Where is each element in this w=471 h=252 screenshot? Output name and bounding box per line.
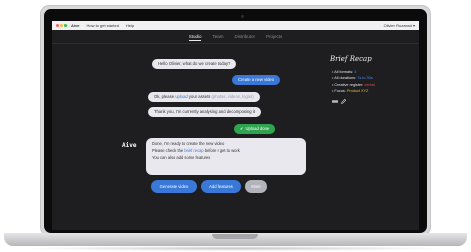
analysing-message: Thank you, I'm currently analysing and d…: [148, 107, 261, 117]
menu-app-name[interactable]: Aive: [71, 23, 79, 28]
brief-value: 3: [354, 70, 357, 74]
tab-distributor[interactable]: Distributor: [235, 34, 256, 41]
brief-item-durations: • All durations: 7s to 30s: [332, 76, 373, 81]
main-tabs: Studio Team Distributor Projects: [52, 34, 419, 41]
upload-request-message: Ok, please upload your assets (photos, v…: [148, 92, 260, 102]
upload-done-badge: ✔ Upload done: [234, 124, 276, 134]
tab-team[interactable]: Team: [212, 34, 223, 41]
features-line: You can also add some features: [152, 154, 211, 160]
menu-item-getting-started[interactable]: How to get started: [86, 23, 118, 28]
check-brief-suffix: before I get to work: [203, 147, 240, 153]
app-screen: Aive How to get started Help Olivier Ruz…: [52, 21, 419, 230]
assistant-ready-message: Done, I'm ready to create the new video …: [146, 138, 306, 175]
minimize-window-icon[interactable]: [60, 24, 63, 27]
tabs-divider: [52, 43, 419, 44]
laptop-notch: [212, 234, 258, 239]
link-icon[interactable]: [332, 99, 338, 104]
camera-icon: [241, 15, 244, 18]
greeting-message: Hello Olivier, what do we create today?: [152, 59, 237, 69]
ready-line: Done, I'm ready to create the new video: [152, 141, 225, 146]
check-brief-line: Please check the brief recap before I ge…: [152, 148, 300, 155]
brief-item-focus: • Focus: Product XYZ: [332, 89, 369, 94]
brief-label: All durations:: [334, 76, 358, 81]
upload-link[interactable]: upload: [175, 94, 188, 99]
brief-label: Creative register:: [334, 82, 365, 87]
laptop-shadow: [22, 246, 449, 251]
tab-studio[interactable]: Studio: [188, 34, 202, 41]
brief-recap-link[interactable]: brief recap: [184, 148, 203, 153]
brief-recap-list: • All formats: 3 • All durations: 7s to …: [332, 69, 375, 95]
menu-bar: Aive How to get started Help Olivier Ruz…: [52, 21, 419, 30]
upload-request-suffix: your assets: [187, 94, 211, 99]
create-video-button[interactable]: Create a new video: [232, 75, 281, 85]
checkmark-icon: ✔: [240, 126, 244, 131]
brief-actions: [332, 99, 346, 104]
user-menu[interactable]: Olivier Ruzzead ▾: [384, 23, 415, 28]
window-controls[interactable]: [56, 24, 67, 27]
brief-label: All formats:: [334, 70, 355, 74]
check-brief-text: Please check the: [152, 147, 185, 153]
more-button[interactable]: More: [245, 180, 267, 193]
upload-done-label: Upload done: [245, 126, 270, 131]
tab-projects[interactable]: Projects: [266, 34, 282, 41]
upload-request-text: Ok, please: [154, 94, 176, 99]
brief-value: 7s to 30s: [357, 76, 373, 81]
brief-label: Focus:: [334, 89, 347, 94]
edit-pencil-icon[interactable]: [341, 99, 346, 104]
brief-value: verbal: [364, 82, 375, 87]
maximize-window-icon[interactable]: [64, 24, 67, 27]
add-features-button[interactable]: Add features: [201, 180, 241, 193]
brief-recap-title: Brief Recap: [330, 55, 372, 63]
menu-item-help[interactable]: Help: [126, 23, 134, 28]
generate-video-button[interactable]: Generate video: [151, 180, 197, 193]
upload-hint: (photos, videos, logos): [211, 94, 254, 99]
close-window-icon[interactable]: [56, 24, 59, 27]
brief-value: Product XYZ: [346, 89, 369, 94]
assistant-name: Aive: [122, 142, 137, 149]
